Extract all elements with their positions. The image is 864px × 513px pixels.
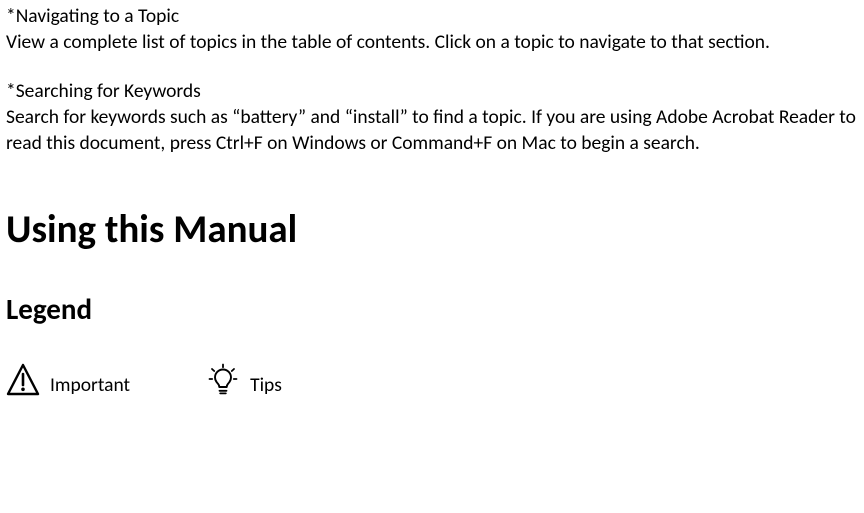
spacer [6, 157, 858, 209]
spacer [6, 55, 858, 79]
page-title: Using this Manual [6, 209, 858, 252]
lightbulb-icon [206, 363, 240, 397]
legend-heading: Legend [6, 294, 858, 326]
searching-heading: *Searching for Keywords [6, 79, 858, 105]
legend-item-tips: Tips [206, 363, 282, 397]
spacer [6, 252, 858, 294]
navigating-body: View a complete list of topics in the ta… [6, 30, 858, 56]
legend-label-important: Important [50, 376, 130, 398]
legend-label-tips: Tips [250, 376, 282, 398]
spacer [6, 325, 858, 363]
searching-body: Search for keywords such as “battery” an… [6, 105, 858, 156]
navigating-heading: *Navigating to a Topic [6, 4, 858, 30]
legend-row: Important Tips [6, 363, 858, 397]
warning-triangle-icon [6, 363, 40, 397]
legend-item-important: Important [6, 363, 130, 397]
